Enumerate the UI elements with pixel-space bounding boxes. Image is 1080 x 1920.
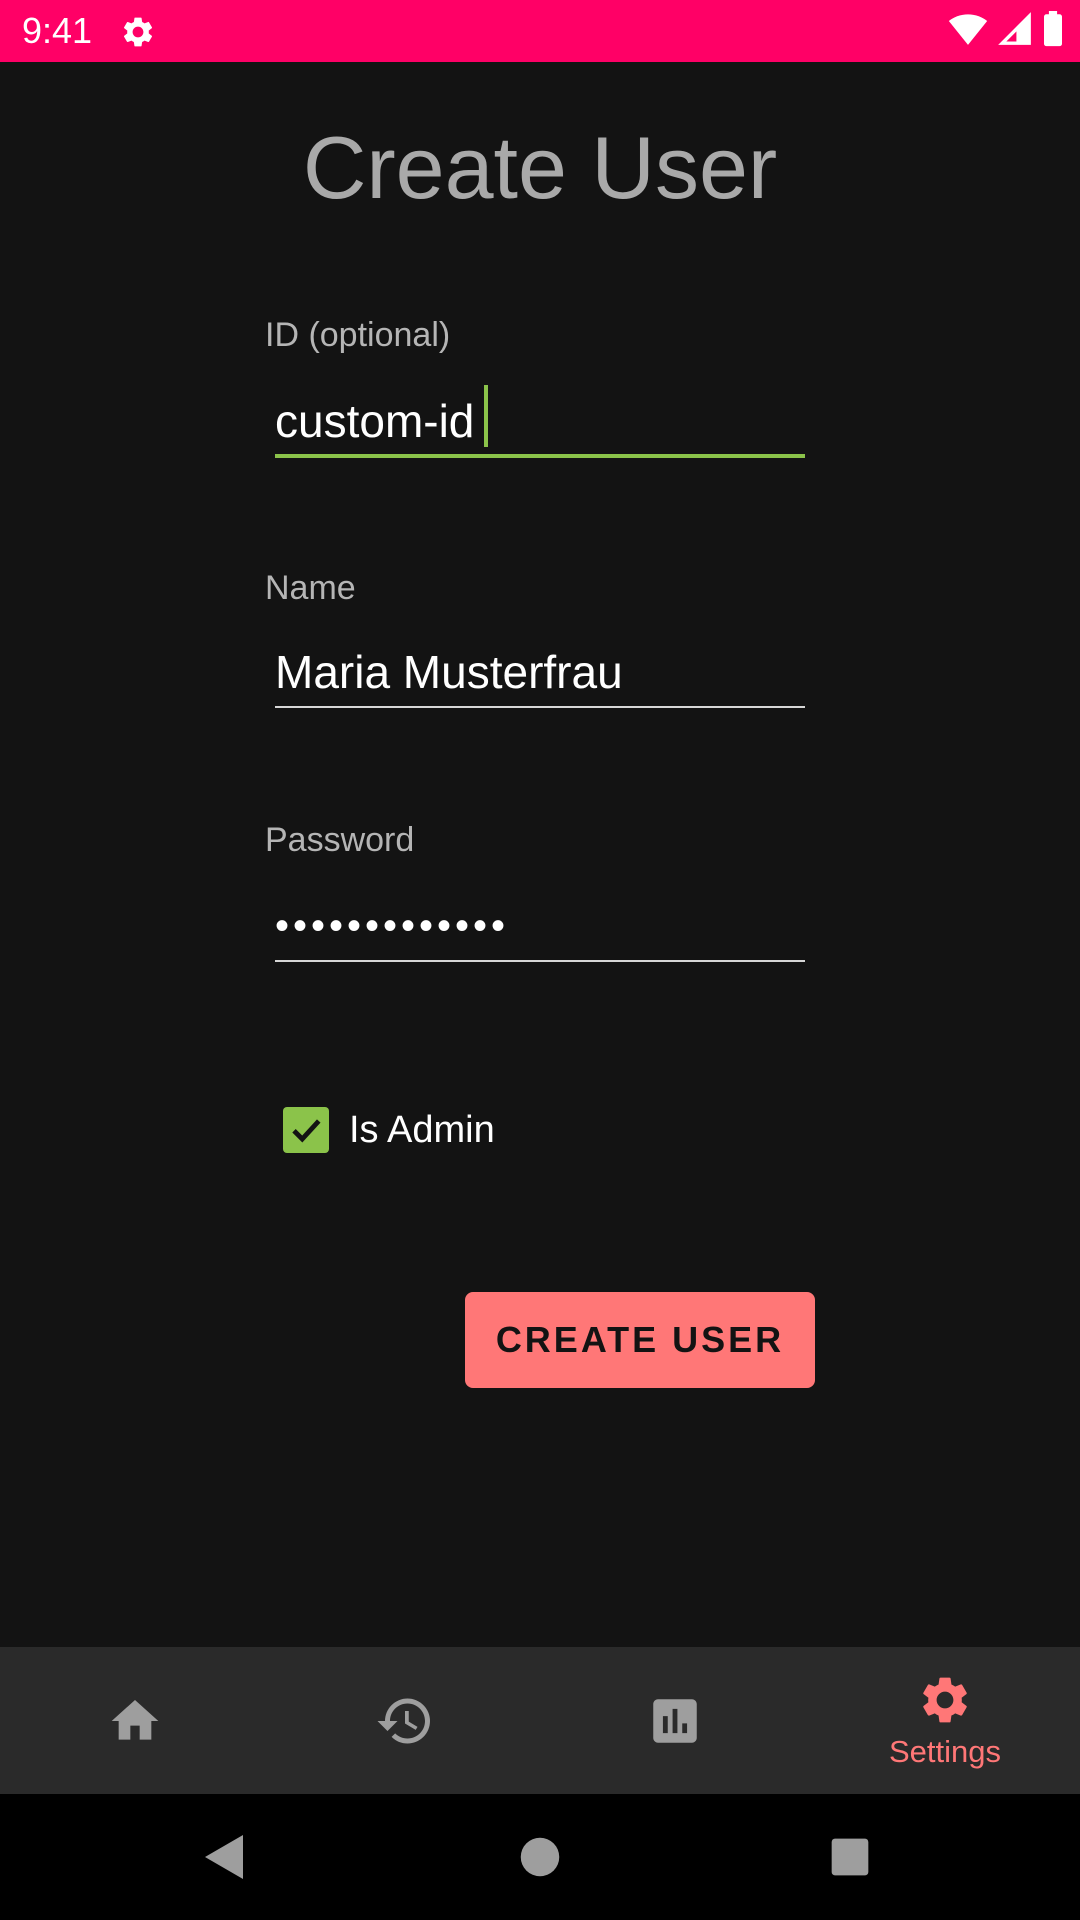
home-icon [111,1699,159,1740]
home-circle-icon [520,1837,560,1877]
settings-gear-icon [923,1677,967,1722]
is-admin-checkbox-row[interactable]: Is Admin [283,1106,495,1154]
page-title: Create User [302,118,778,217]
is-admin-checkbox[interactable] [283,1107,329,1153]
text-caret [484,385,488,447]
name-field-label: Name [265,569,356,607]
nav-item-stats[interactable] [540,1647,810,1794]
nav-item-home[interactable] [0,1647,270,1794]
back-button[interactable] [165,1794,285,1920]
gear-icon [120,14,156,50]
status-bar: 9:41 [0,0,1080,62]
status-icons [948,10,1064,52]
bar-chart-icon [653,1698,697,1743]
wifi-icon [948,12,988,51]
bottom-navigation: Settings [0,1647,1080,1794]
battery-icon [1042,10,1064,52]
recents-icon [831,1838,869,1876]
system-navigation-bar [0,1794,1080,1920]
id-field[interactable] [275,388,805,458]
home-button[interactable] [480,1794,600,1920]
create-user-button[interactable]: CREATE USER [465,1292,815,1388]
password-field-label: Password [265,821,415,859]
nav-item-history[interactable] [270,1647,540,1794]
checkmark-icon [292,1119,321,1143]
history-icon [377,1698,430,1743]
status-time: 9:41 [22,10,93,51]
id-field-label: ID (optional) [265,316,451,354]
nav-label-settings: Settings [888,1733,1001,1769]
nav-item-settings[interactable]: Settings [810,1647,1080,1794]
recents-button[interactable] [790,1794,910,1920]
password-field[interactable] [275,892,805,962]
name-field[interactable] [275,638,805,708]
is-admin-label: Is Admin [349,1108,495,1151]
cell-signal-icon [998,11,1032,51]
back-icon [205,1835,243,1879]
